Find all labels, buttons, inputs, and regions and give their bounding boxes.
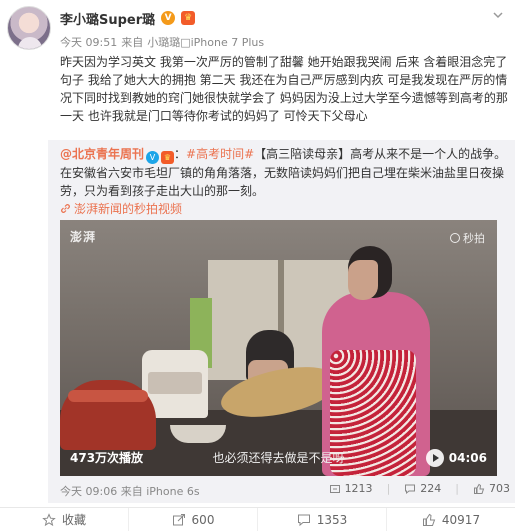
like-count: 40917 [441, 512, 481, 527]
favorite-button[interactable]: 收藏 [0, 507, 129, 531]
repost-source: iPhone 6s [146, 485, 200, 498]
divider: | [455, 482, 459, 495]
repost-count: 600 [191, 512, 215, 527]
hashtag-link[interactable]: #高考时间# [186, 147, 254, 161]
video-duration-text: 04:06 [448, 451, 487, 465]
action-bar: 收藏 600 1353 40917 [0, 507, 515, 531]
video-link-icon [60, 201, 71, 213]
watermark-icon [450, 233, 460, 243]
repost-comment-count-text: 224 [420, 482, 442, 495]
post-source[interactable]: 小璐璐□iPhone 7 Plus [147, 34, 264, 50]
video-source-link[interactable]: 澎湃新闻的秒拍视频 [74, 202, 182, 216]
like-button[interactable]: 40917 [387, 508, 515, 531]
verified-badge-icon: V [161, 11, 176, 25]
repost-card: @北京青年周刊 V ♛ ：#高考时间#【高三陪读母亲】高考从来不是一个人的战争。在安徽… [48, 140, 515, 503]
name-row: 李小璐Super璐 V ♛ [60, 9, 196, 28]
repost-footer: 今天 09:06 来自 iPhone 6s 1213 | 224 | 703 [60, 481, 510, 499]
comment-button[interactable]: 1353 [258, 507, 387, 531]
repost-time[interactable]: 今天 09:06 [60, 485, 117, 498]
post-from-label: 来自 [121, 36, 144, 49]
vip-crown-icon: ♛ [181, 11, 196, 25]
thumbs-up-icon [422, 513, 436, 527]
repost-button[interactable]: 600 [129, 507, 258, 531]
watermark-text: 秒拍 [463, 232, 485, 245]
repost-repost-count[interactable]: 1213 [329, 482, 373, 495]
video-player[interactable]: 澎湃 秒拍 也必须还得去做是不是呀 473万次播放 04:06 [60, 220, 497, 476]
post-header: 李小璐Super璐 V ♛ 今天 09:51 来自 小璐璐□iPhone 7 P… [0, 0, 515, 54]
repost-separator: ： [174, 147, 187, 161]
repost-like-count[interactable]: 703 [473, 482, 510, 495]
video-frame-pot [60, 380, 156, 450]
video-logo: 澎湃 [70, 230, 97, 244]
comment-count: 1353 [316, 512, 348, 527]
repost-from-label: 来自 [120, 485, 143, 498]
chevron-down-icon[interactable] [491, 8, 505, 22]
user-name[interactable]: 李小璐Super璐 [60, 9, 155, 28]
video-watermark: 秒拍 [450, 230, 485, 246]
repost-like-count-text: 703 [489, 482, 510, 495]
comment-icon [404, 483, 416, 495]
star-icon [42, 512, 56, 527]
favorite-label: 收藏 [61, 513, 86, 527]
video-play-count: 473万次播放 [70, 451, 144, 465]
post-time[interactable]: 今天 09:51 [60, 34, 117, 50]
divider: | [386, 482, 391, 495]
repost-icon [329, 483, 341, 495]
verified-blue-icon: V [146, 151, 160, 164]
avatar[interactable] [7, 6, 51, 50]
video-frame-mother-face [348, 260, 378, 300]
repost-author-link[interactable]: @北京青年周刊 [60, 147, 144, 161]
share-icon [172, 513, 186, 527]
repost-comment-count[interactable]: 224 [404, 482, 441, 495]
comment-icon [297, 513, 311, 527]
repost-repost-count-text: 1213 [344, 482, 373, 495]
post-text: 昨天因为学习英文 我第一次严厉的管制了甜馨 她开始跟我哭闹 后来 含着眼泪念完了… [60, 55, 508, 123]
thumbs-up-icon [473, 483, 485, 495]
video-duration[interactable]: 04:06 [425, 449, 487, 467]
repost-text-block: @北京青年周刊 V ♛ ：#高考时间#【高三陪读母亲】高考从来不是一个人的战争。在安徽… [60, 145, 508, 218]
repost-stats: 1213 | 224 | 703 [329, 482, 510, 495]
play-icon[interactable] [425, 449, 444, 467]
post-meta: 今天 09:51 来自 小璐璐□iPhone 7 Plus [60, 34, 264, 50]
repost-meta: 今天 09:06 来自 iPhone 6s [60, 483, 200, 499]
vip-crown-icon: ♛ [161, 151, 175, 164]
